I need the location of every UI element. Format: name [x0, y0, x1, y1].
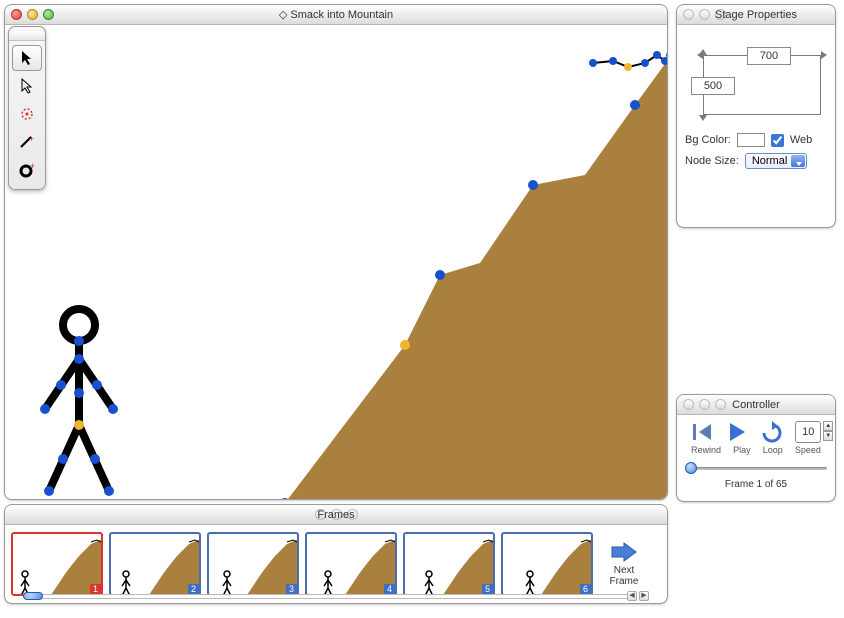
modified-indicator-icon: ◇	[279, 9, 287, 21]
svg-text:+: +	[29, 134, 34, 144]
zoom-icon[interactable]	[347, 509, 358, 520]
scrollbar-thumb[interactable]	[23, 592, 43, 600]
tool-select[interactable]	[12, 45, 42, 71]
tool-target[interactable]	[12, 101, 42, 127]
frame-thumbnail[interactable]: 6	[501, 532, 593, 596]
minimize-icon[interactable]	[699, 9, 710, 20]
node-size-label: Node Size:	[685, 155, 739, 167]
palette-grip[interactable]	[9, 31, 45, 41]
frame-thumbnail[interactable]: 5	[403, 532, 495, 596]
node-handle[interactable]	[589, 59, 597, 67]
speed-down-icon[interactable]: ▼	[823, 431, 833, 441]
tool-select-outline[interactable]	[12, 73, 42, 99]
dimensions-diagram: 700 500	[685, 33, 827, 123]
close-icon[interactable]	[683, 9, 694, 20]
tool-add-circle[interactable]: +	[12, 157, 42, 183]
bg-color-label: Bg Color:	[685, 134, 731, 146]
frames-scrollbar[interactable]: ◀ ▶	[11, 591, 649, 601]
node-handle[interactable]	[92, 380, 102, 390]
node-handle[interactable]	[630, 100, 640, 110]
frame-thumbnail[interactable]: 3	[207, 532, 299, 596]
node-handle[interactable]	[58, 454, 68, 464]
frame-thumbnail[interactable]: 2	[109, 532, 201, 596]
frames-titlebar[interactable]: Frames	[5, 505, 667, 525]
node-handle[interactable]	[653, 51, 661, 59]
close-icon[interactable]	[11, 9, 22, 20]
node-handle[interactable]	[74, 388, 84, 398]
rewind-icon[interactable]	[691, 421, 715, 443]
node-size-select[interactable]: Normal	[745, 153, 807, 169]
node-handle[interactable]	[624, 63, 632, 71]
node-handle[interactable]	[44, 486, 54, 496]
close-icon[interactable]	[315, 509, 326, 520]
node-handle[interactable]	[74, 420, 84, 430]
node-handle[interactable]	[609, 57, 617, 65]
node-handle[interactable]	[56, 380, 66, 390]
frame-thumbnail[interactable]: 4	[305, 532, 397, 596]
play-label: Play	[733, 445, 751, 455]
scroll-left-icon[interactable]: ◀	[627, 591, 637, 601]
controller-panel: Controller 10 ▲ ▼ Rewind Play Loop Speed	[676, 394, 836, 502]
close-icon[interactable]	[683, 399, 694, 410]
speed-label: Speed	[795, 445, 821, 455]
frame-thumbnail[interactable]: 1	[11, 532, 103, 596]
tool-add-line[interactable]: +	[12, 129, 42, 155]
window-title: Smack into Mountain	[290, 9, 393, 21]
rewind-label: Rewind	[691, 445, 721, 455]
frames-panel: Frames 123456 Next Frame ◀ ▶	[4, 504, 668, 604]
minimize-icon[interactable]	[699, 399, 710, 410]
next-frame-button[interactable]: Next Frame	[599, 541, 649, 587]
stick-figure[interactable]	[40, 309, 118, 496]
zoom-icon[interactable]	[43, 9, 54, 20]
frame-status: Frame 1 of 65	[685, 479, 827, 490]
stage-properties-panel: Stage Properties 700 500 Bg Color: Web N…	[676, 4, 836, 228]
loop-icon[interactable]	[760, 421, 784, 443]
bg-color-swatch[interactable]	[737, 133, 765, 147]
node-handle[interactable]	[528, 180, 538, 190]
node-handle[interactable]	[400, 340, 410, 350]
speed-up-icon[interactable]: ▲	[823, 421, 833, 431]
node-handle[interactable]	[665, 498, 667, 499]
stage-canvas[interactable]	[5, 25, 667, 499]
node-handle[interactable]	[74, 354, 84, 364]
scroll-right-icon[interactable]: ▶	[639, 591, 649, 601]
node-handle[interactable]	[108, 404, 118, 414]
main-window: ◇ Smack into Mountain	[4, 4, 668, 500]
minimize-icon[interactable]	[27, 9, 38, 20]
frame-slider[interactable]	[685, 461, 827, 475]
controller-titlebar[interactable]: Controller	[677, 395, 835, 415]
minimize-icon[interactable]	[331, 509, 342, 520]
zoom-icon[interactable]	[715, 9, 726, 20]
svg-text:+: +	[30, 161, 35, 171]
play-icon[interactable]	[726, 421, 748, 443]
node-handle[interactable]	[104, 486, 114, 496]
speed-field[interactable]: 10	[795, 421, 821, 443]
web-checkbox[interactable]	[771, 134, 784, 147]
next-frame-label: Next Frame	[599, 565, 649, 587]
zoom-icon[interactable]	[715, 399, 726, 410]
node-handle[interactable]	[40, 404, 50, 414]
web-label: Web	[790, 134, 812, 146]
tool-palette[interactable]: + +	[8, 26, 46, 190]
node-handle[interactable]	[74, 336, 84, 346]
node-handle[interactable]	[641, 59, 649, 67]
loop-label: Loop	[763, 445, 783, 455]
node-handle[interactable]	[90, 454, 100, 464]
node-handle[interactable]	[435, 270, 445, 280]
main-titlebar[interactable]: ◇ Smack into Mountain	[5, 5, 667, 25]
stage-properties-titlebar[interactable]: Stage Properties	[677, 5, 835, 25]
mountain-shape[interactable]	[285, 57, 667, 499]
